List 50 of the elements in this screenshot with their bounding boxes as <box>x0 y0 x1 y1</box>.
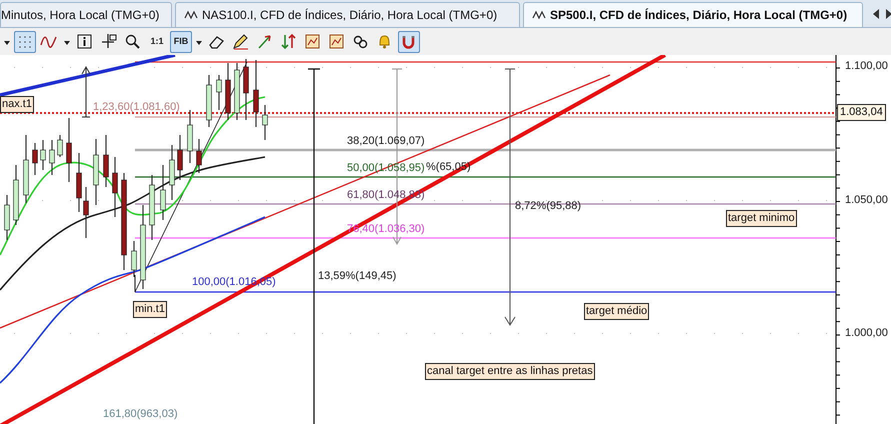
candlestick <box>112 156 118 218</box>
candlestick <box>216 74 222 110</box>
candlestick <box>196 138 202 174</box>
candlestick <box>243 58 249 120</box>
candlestick <box>32 142 38 176</box>
current-price-tag: 1.083,04 <box>837 104 886 121</box>
chart-note-label: min.t1 <box>133 301 167 318</box>
min-marker-line <box>134 274 136 292</box>
candlestick <box>57 134 63 158</box>
candlestick <box>93 138 99 206</box>
candlestick <box>49 140 55 176</box>
tab-scroll-arrows-icon[interactable] <box>872 8 891 18</box>
chart-tab[interactable]: SP500.I, CFD de Índices, Diário, Hora Local (TMG+0) <box>523 2 863 27</box>
candlestick <box>103 134 109 188</box>
candlestick <box>13 164 19 226</box>
candlestick <box>149 174 155 240</box>
candlestick <box>40 140 46 170</box>
wave-icon <box>532 10 546 20</box>
wave-icon <box>184 10 198 20</box>
chart-tab[interactable]: Minutos, Hora Local (TMG+0) <box>0 2 172 27</box>
candlestick <box>234 62 240 120</box>
measurement-label: 13,59%(149,45) <box>318 271 396 282</box>
candlestick <box>206 74 212 128</box>
fibonacci-level-label: 38,20(1.069,07) <box>347 136 425 147</box>
chart-tab[interactable]: NAS100.I, CFD de Índices, Diário, Hora Local (TMG+0) <box>175 2 520 27</box>
fibonacci-level-label: 1,23,60(1.081,60) <box>93 102 180 113</box>
magnet-icon[interactable] <box>398 30 420 52</box>
measure-arrow <box>82 66 90 118</box>
toolbar-button[interactable]: FIB <box>170 30 192 52</box>
chart-note-label: nax.t1 <box>0 96 34 113</box>
chart-note-label: target minimo <box>726 210 797 227</box>
candlestick <box>131 240 137 278</box>
fibonacci-level-label: 161,80(963,03) <box>103 409 178 420</box>
candlestick <box>187 110 193 164</box>
candlestick <box>4 194 10 240</box>
candlestick <box>253 60 259 128</box>
candlestick <box>169 144 175 200</box>
candlestick <box>177 134 183 180</box>
candlestick <box>225 62 231 120</box>
measurement-label: 8,72%(95,88) <box>515 201 582 212</box>
candlestick <box>262 104 268 140</box>
chart-note-label: target médio <box>584 303 650 320</box>
toolbar-button[interactable]: 1:1 <box>146 30 168 52</box>
chart-note-label: canal target entre as linhas pretas <box>425 363 595 380</box>
price-axis-label: 1.100,00 <box>845 61 888 72</box>
price-axis-label: 1.050,00 <box>845 195 888 206</box>
candlestick <box>66 118 72 182</box>
candlestick <box>23 134 29 204</box>
price-axis-label: 1.000,00 <box>845 328 888 339</box>
candlestick <box>160 164 166 220</box>
